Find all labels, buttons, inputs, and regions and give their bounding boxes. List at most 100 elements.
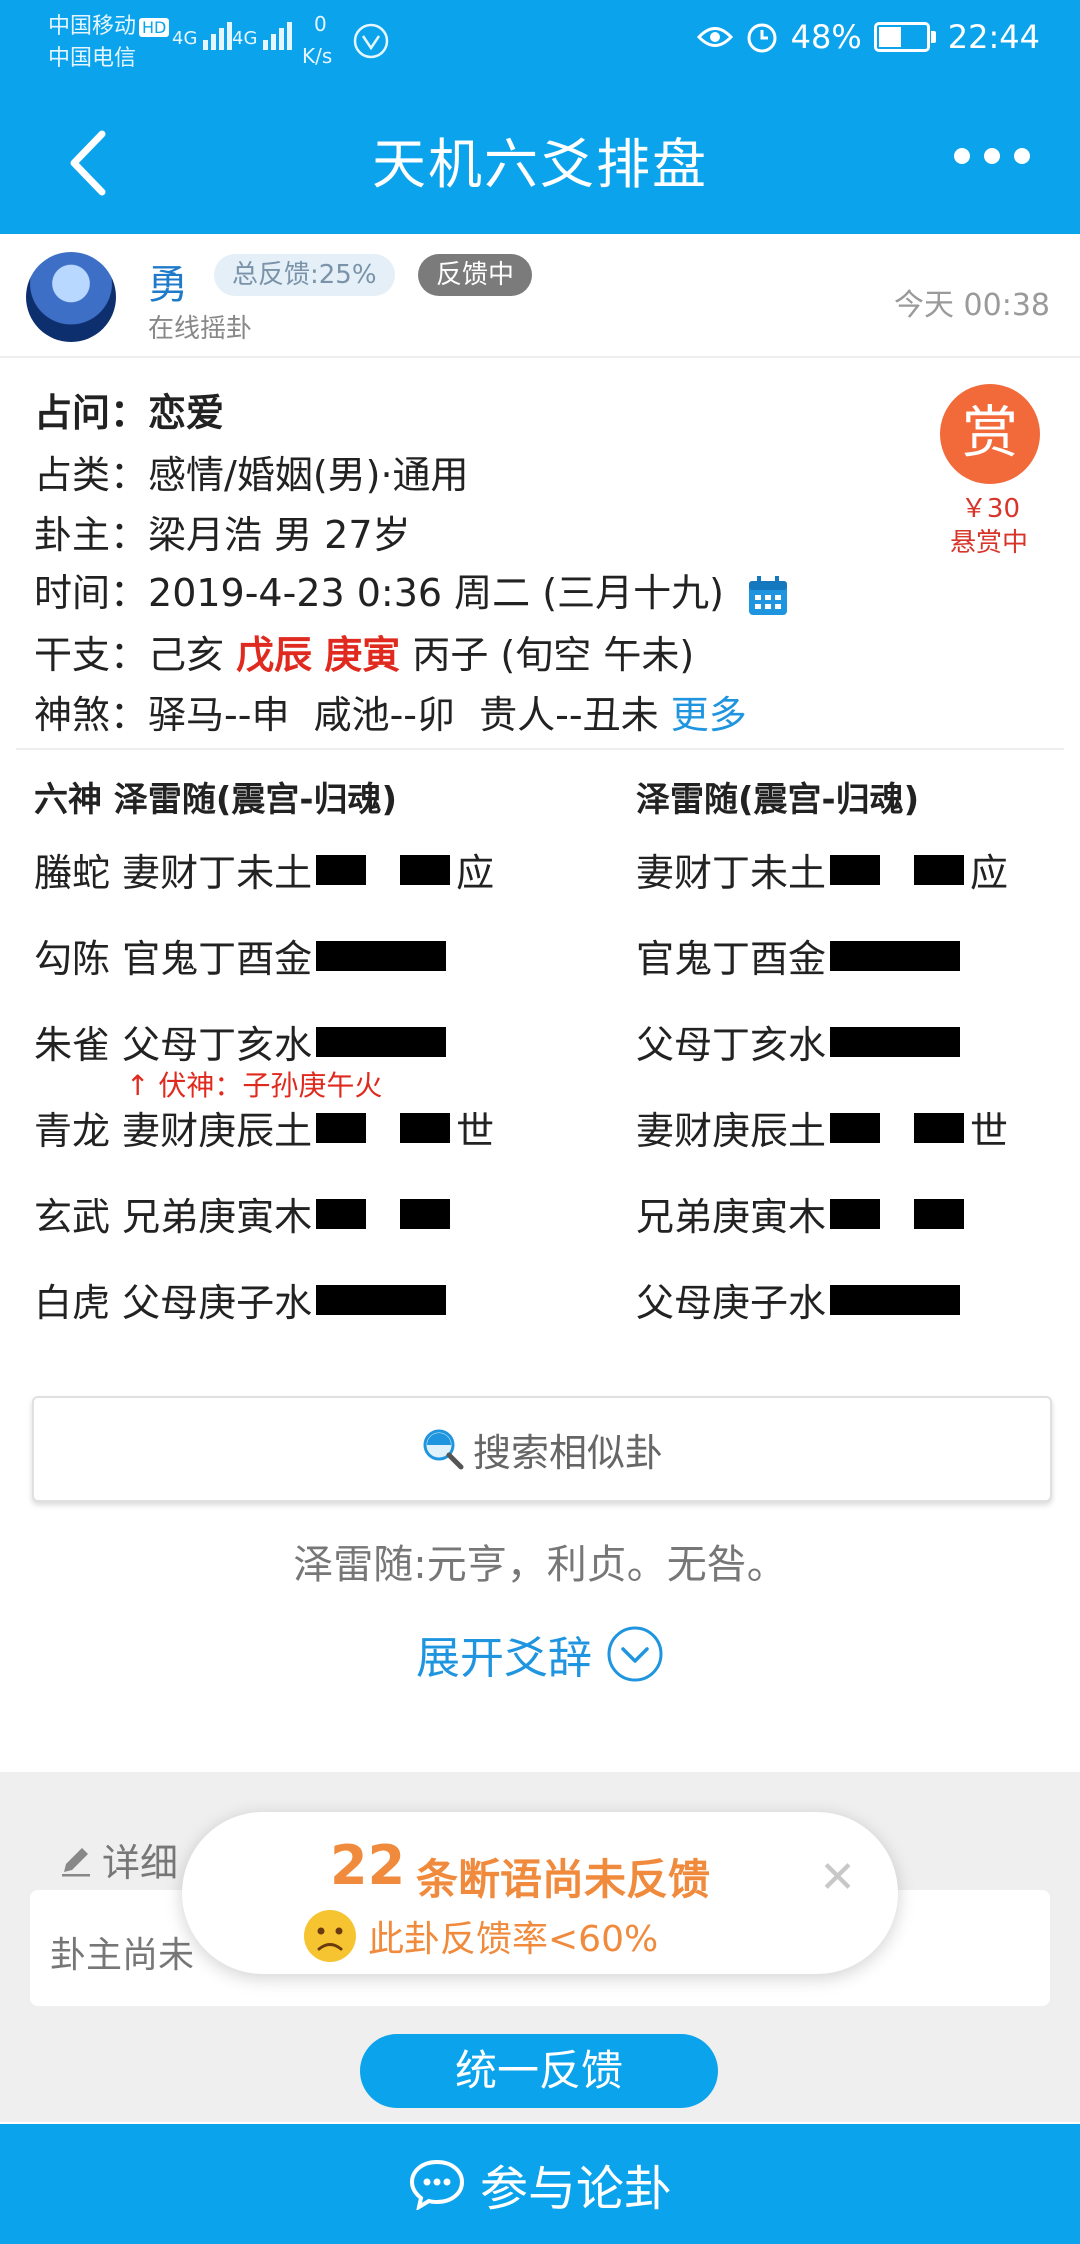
category-row: 占类：感情/婚姻(男)·通用 bbox=[34, 453, 469, 497]
yao-line: 螣蛇 妻财丁未土 应 bbox=[34, 842, 494, 897]
yao-line: 官鬼丁酉金 bbox=[636, 928, 961, 983]
search-icon bbox=[423, 1429, 464, 1470]
feedback-toast[interactable]: 22 条断语尚未反馈 此卦反馈率<60% ✕ bbox=[182, 1812, 898, 1974]
signal-4g-1: 4G bbox=[172, 20, 239, 50]
yao-line: 勾陈 官鬼丁酉金 bbox=[34, 928, 447, 983]
feedback-rate-badge: 总反馈:25% bbox=[214, 254, 395, 296]
yao-line: 兄弟庚寅木 bbox=[636, 1186, 965, 1241]
join-discussion-label: 参与论卦 bbox=[479, 2161, 672, 2217]
yin-line-segment bbox=[830, 1198, 881, 1229]
join-discussion-bar[interactable]: 参与论卦 bbox=[0, 2124, 1080, 2244]
yao-text: 朱雀 父母丁亥水 bbox=[34, 1023, 313, 1067]
net-speed-value: 0 bbox=[314, 12, 327, 36]
ganzhi-row: 干支：己亥 戊辰 庚寅 丙子 (旬空 午未) bbox=[34, 633, 695, 677]
expand-yaoci-button[interactable]: 展开爻辞 bbox=[0, 1622, 1080, 1686]
yao-text: 兄弟庚寅木 bbox=[636, 1195, 827, 1239]
close-icon[interactable]: ✕ bbox=[819, 1852, 856, 1903]
chat-bubble-icon bbox=[409, 2159, 464, 2210]
signal-4g-2: 4G bbox=[232, 20, 299, 50]
reward-amount: ￥30 bbox=[960, 494, 1020, 524]
divider bbox=[16, 748, 1064, 750]
eye-comfort-icon bbox=[696, 27, 733, 47]
pencil-icon bbox=[62, 1847, 90, 1876]
detail-label: 详细 bbox=[58, 1832, 178, 1887]
yang-line bbox=[830, 940, 961, 971]
yao-line: 白虎 父母庚子水 bbox=[34, 1272, 447, 1327]
yao-line: 青龙 妻财庚辰土 世 bbox=[34, 1100, 494, 1155]
user-name[interactable]: 勇 bbox=[148, 252, 188, 310]
status-bar: 中国移动 HD 中国电信 4G 4G 0 K/s 48% 22:44 bbox=[0, 0, 1080, 86]
divination-method: 在线摇卦 bbox=[148, 314, 253, 344]
yao-text: 妻财丁未土 bbox=[636, 851, 827, 895]
unified-feedback-button[interactable]: 统一反馈 bbox=[360, 2034, 718, 2108]
search-similar-button[interactable]: 搜索相似卦 bbox=[32, 1396, 1052, 1502]
yao-line: 父母丁亥水 bbox=[636, 1014, 961, 1069]
search-label: 搜索相似卦 bbox=[472, 1430, 663, 1475]
yao-line: 妻财丁未土 应 bbox=[636, 842, 1008, 897]
yao-text: 妻财庚辰土 bbox=[636, 1109, 827, 1153]
yang-line bbox=[316, 940, 447, 971]
yao-text: 玄武 兄弟庚寅木 bbox=[34, 1195, 313, 1239]
yang-line bbox=[830, 1284, 961, 1315]
status-right: 48% 22:44 bbox=[696, 18, 1040, 56]
yin-line-segment bbox=[316, 1112, 367, 1143]
net-speed-unit: K/s bbox=[302, 44, 333, 68]
yang-line bbox=[830, 1026, 961, 1057]
more-menu-icon[interactable] bbox=[954, 148, 1030, 164]
shi-ying-mark: 应 bbox=[970, 851, 1009, 895]
yang-line bbox=[316, 1284, 447, 1315]
yao-text: 勾陈 官鬼丁酉金 bbox=[34, 937, 313, 981]
yao-text: 螣蛇 妻财丁未土 bbox=[34, 851, 313, 895]
yao-text: 青龙 妻财庚辰土 bbox=[34, 1109, 313, 1153]
yao-text: 父母丁亥水 bbox=[636, 1023, 827, 1067]
yao-text: 白虎 父母庚子水 bbox=[34, 1281, 313, 1325]
toast-subtitle: 此卦反馈率<60% bbox=[302, 1908, 658, 1964]
carrier-2: 中国电信 bbox=[48, 46, 137, 71]
calendar-icon[interactable] bbox=[746, 574, 790, 618]
yin-line-segment bbox=[400, 1198, 451, 1229]
gua-text: 泽雷随:元亨，利贞。无咎。 bbox=[293, 1542, 787, 1588]
yin-line-segment bbox=[316, 854, 367, 885]
battery-percent: 48% bbox=[790, 18, 862, 56]
yin-line-segment bbox=[914, 1112, 965, 1143]
alarm-icon bbox=[747, 23, 777, 53]
signal-icon bbox=[263, 22, 293, 50]
yin-line-segment bbox=[316, 1198, 367, 1229]
yin-line-segment bbox=[400, 854, 451, 885]
vpn-icon bbox=[353, 23, 389, 59]
pending-count: 22 bbox=[330, 1834, 406, 1897]
yin-line-segment bbox=[914, 1198, 965, 1229]
yao-text: 官鬼丁酉金 bbox=[636, 937, 827, 981]
page-title: 天机六爻排盘 bbox=[372, 133, 708, 196]
yang-line bbox=[316, 1026, 447, 1057]
clock: 22:44 bbox=[947, 18, 1040, 56]
hexagram-left-header: 六神 泽雷随(震宫-归魂) bbox=[34, 780, 398, 820]
yin-line-segment bbox=[830, 854, 881, 885]
yao-line: 玄武 兄弟庚寅木 bbox=[34, 1186, 451, 1241]
yin-line-segment bbox=[830, 1112, 881, 1143]
yao-line: 父母庚子水 bbox=[636, 1272, 961, 1327]
shi-ying-mark: 世 bbox=[456, 1109, 495, 1153]
chevron-down-icon bbox=[607, 1626, 663, 1682]
time-row: 时间：2019-4-23 0:36 周二 (三月十九) bbox=[34, 562, 790, 618]
reward-status: 悬赏中 bbox=[949, 528, 1028, 558]
sad-face-icon bbox=[304, 1910, 356, 1962]
battery-icon bbox=[873, 22, 936, 52]
hd-badge: HD bbox=[139, 18, 170, 37]
yao-line: 妻财庚辰土 世 bbox=[636, 1100, 1008, 1155]
reward-icon[interactable]: 赏 bbox=[940, 384, 1040, 484]
carrier-1: 中国移动 HD bbox=[48, 12, 170, 43]
expand-label: 展开爻辞 bbox=[416, 1633, 592, 1684]
shi-ying-mark: 世 bbox=[970, 1109, 1009, 1153]
avatar[interactable] bbox=[26, 252, 116, 342]
yao-line: 朱雀 父母丁亥水 bbox=[34, 1014, 447, 1069]
yin-line-segment bbox=[400, 1112, 451, 1143]
post-time: 今天 00:38 bbox=[894, 288, 1050, 323]
question-row: 占问：恋爱 bbox=[34, 391, 225, 435]
yin-line-segment bbox=[914, 854, 965, 885]
detail-text: 卦主尚未 bbox=[50, 1935, 195, 1976]
owner-row: 卦主：梁月浩 男 27岁 bbox=[34, 513, 411, 557]
shensha-more-link[interactable]: 更多 bbox=[671, 693, 747, 737]
yao-text: 父母庚子水 bbox=[636, 1281, 827, 1325]
shensha-row: 神煞：驿马--申 咸池--卯 贵人--丑未 更多 bbox=[34, 693, 747, 737]
